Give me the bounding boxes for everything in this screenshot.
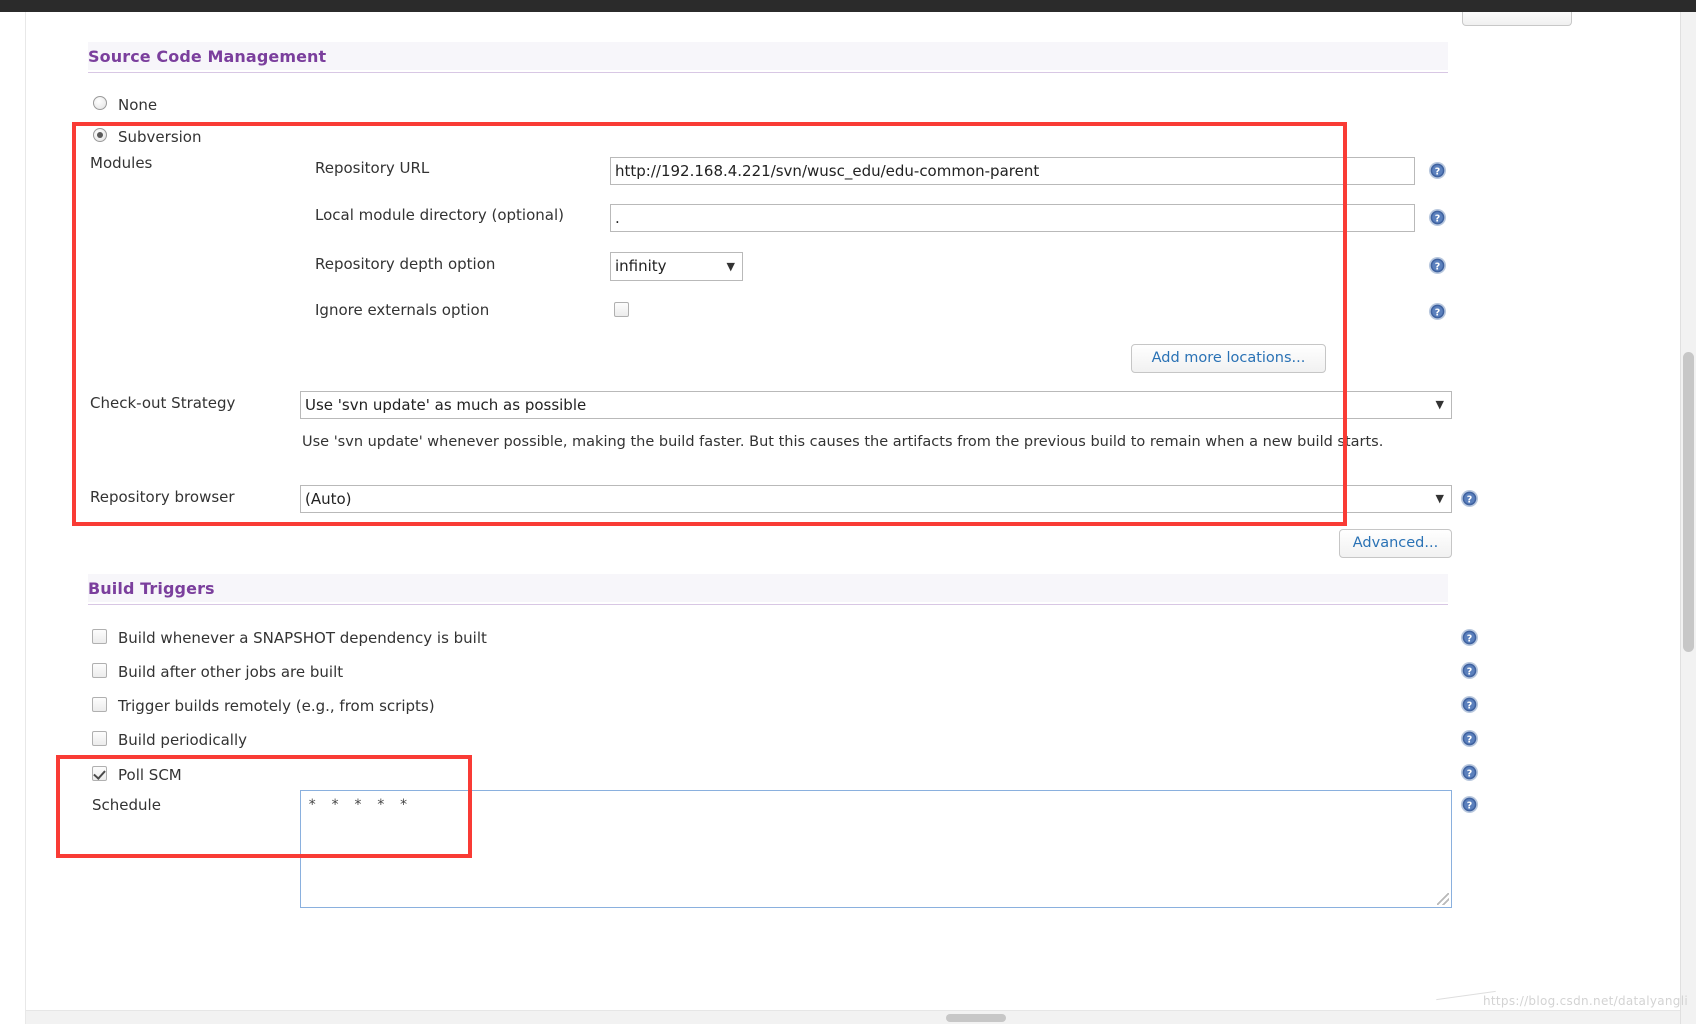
trigger-label-remote: Trigger builds remotely (e.g., from scri…	[118, 697, 435, 715]
page-left-gutter	[0, 12, 26, 1024]
chevron-down-icon-checkout-strategy: ▼	[1435, 398, 1444, 411]
checkout-strategy-select[interactable]: Use 'svn update' as much as possible ▼	[300, 391, 1452, 419]
checkout-strategy-description: Use 'svn update' whenever possible, maki…	[302, 434, 1384, 450]
horizontal-scrollbar-thumb[interactable]	[946, 1014, 1006, 1022]
schedule-textarea[interactable]: * * * * *	[300, 790, 1452, 908]
schedule-value: * * * * *	[308, 797, 411, 813]
repository-depth-select[interactable]: infinity ▼	[610, 252, 743, 281]
svg-text:?: ?	[1435, 262, 1441, 273]
svg-text:?: ?	[1467, 735, 1473, 746]
trigger-label-periodically: Build periodically	[118, 731, 248, 749]
trigger-checkbox-remote[interactable]	[92, 697, 107, 712]
trigger-checkbox-poll-scm[interactable]	[92, 766, 107, 781]
jenkins-job-config-page: Source Code Management None Subversion M…	[0, 0, 1696, 1024]
local-module-directory-input[interactable]: .	[610, 204, 1415, 232]
advanced-button[interactable]: Advanced...	[1339, 529, 1452, 558]
browser-top-strip	[0, 0, 1696, 12]
build-triggers-section-divider	[88, 604, 1448, 605]
trigger-label-after-other-jobs: Build after other jobs are built	[118, 663, 344, 681]
partial-top-button[interactable]	[1462, 12, 1572, 26]
build-triggers-section-band	[88, 574, 1448, 602]
scm-radio-none[interactable]	[93, 96, 107, 110]
svg-text:?: ?	[1467, 801, 1473, 812]
scm-radio-subversion-label: Subversion	[118, 128, 202, 146]
help-icon-repository-depth[interactable]: ?	[1428, 256, 1447, 275]
watermark-text: https://blog.csdn.net/datalyangli	[1483, 994, 1688, 1008]
scm-radio-subversion[interactable]	[93, 128, 107, 142]
checkout-strategy-value: Use 'svn update' as much as possible	[305, 396, 587, 414]
chevron-down-icon-repository-browser: ▼	[1435, 492, 1444, 505]
build-triggers-section-title: Build Triggers	[88, 579, 215, 598]
help-icon-trigger-snapshot-dependency[interactable]: ?	[1460, 628, 1479, 647]
repository-browser-value: (Auto)	[305, 490, 352, 508]
svg-text:?: ?	[1467, 701, 1473, 712]
help-icon-trigger-periodically[interactable]: ?	[1460, 729, 1479, 748]
trigger-checkbox-snapshot-dependency[interactable]	[92, 629, 107, 644]
local-module-directory-label: Local module directory (optional)	[315, 206, 564, 224]
repository-url-input[interactable]: http://192.168.4.221/svn/wusc_edu/edu-co…	[610, 157, 1415, 185]
vertical-scrollbar-track[interactable]	[1680, 12, 1696, 1024]
repository-browser-select[interactable]: (Auto) ▼	[300, 485, 1452, 513]
svg-text:?: ?	[1435, 308, 1441, 319]
help-icon-trigger-remote[interactable]: ?	[1460, 695, 1479, 714]
vertical-scrollbar-thumb[interactable]	[1683, 352, 1694, 652]
svg-text:?: ?	[1467, 769, 1473, 780]
svg-text:?: ?	[1467, 667, 1473, 678]
scm-section-title: Source Code Management	[88, 47, 327, 66]
help-icon-trigger-poll-scm[interactable]: ?	[1460, 763, 1479, 782]
help-icon-repository-url[interactable]: ?	[1428, 161, 1447, 180]
chevron-down-icon-depth: ▼	[726, 259, 735, 273]
repository-depth-label: Repository depth option	[315, 255, 496, 273]
trigger-checkbox-after-other-jobs[interactable]	[92, 663, 107, 678]
trigger-label-poll-scm: Poll SCM	[118, 766, 182, 784]
help-icon-local-module-directory[interactable]: ?	[1428, 208, 1447, 227]
help-icon-repository-browser[interactable]: ?	[1460, 489, 1479, 508]
help-icon-ignore-externals[interactable]: ?	[1428, 302, 1447, 321]
trigger-checkbox-periodically[interactable]	[92, 731, 107, 746]
svg-text:?: ?	[1467, 495, 1473, 506]
help-icon-schedule[interactable]: ?	[1460, 795, 1479, 814]
ignore-externals-label: Ignore externals option	[315, 301, 490, 319]
resize-grip-icon[interactable]	[1437, 893, 1449, 905]
scm-section-divider	[88, 72, 1448, 73]
repository-url-label: Repository URL	[315, 159, 430, 177]
repository-depth-value: infinity	[615, 257, 667, 275]
svg-text:?: ?	[1435, 214, 1441, 225]
checkout-strategy-label: Check-out Strategy	[90, 394, 236, 412]
svg-text:?: ?	[1467, 634, 1473, 645]
modules-label: Modules	[90, 154, 153, 172]
horizontal-scrollbar-track[interactable]	[26, 1010, 1680, 1024]
add-more-locations-button[interactable]: Add more locations...	[1131, 344, 1326, 373]
help-icon-trigger-after-other-jobs[interactable]: ?	[1460, 661, 1479, 680]
trigger-label-snapshot-dependency: Build whenever a SNAPSHOT dependency is …	[118, 629, 487, 647]
repository-browser-label: Repository browser	[90, 488, 235, 506]
schedule-label: Schedule	[92, 796, 161, 814]
scm-radio-none-label: None	[118, 96, 158, 114]
ignore-externals-checkbox[interactable]	[614, 302, 629, 317]
svg-text:?: ?	[1435, 167, 1441, 178]
